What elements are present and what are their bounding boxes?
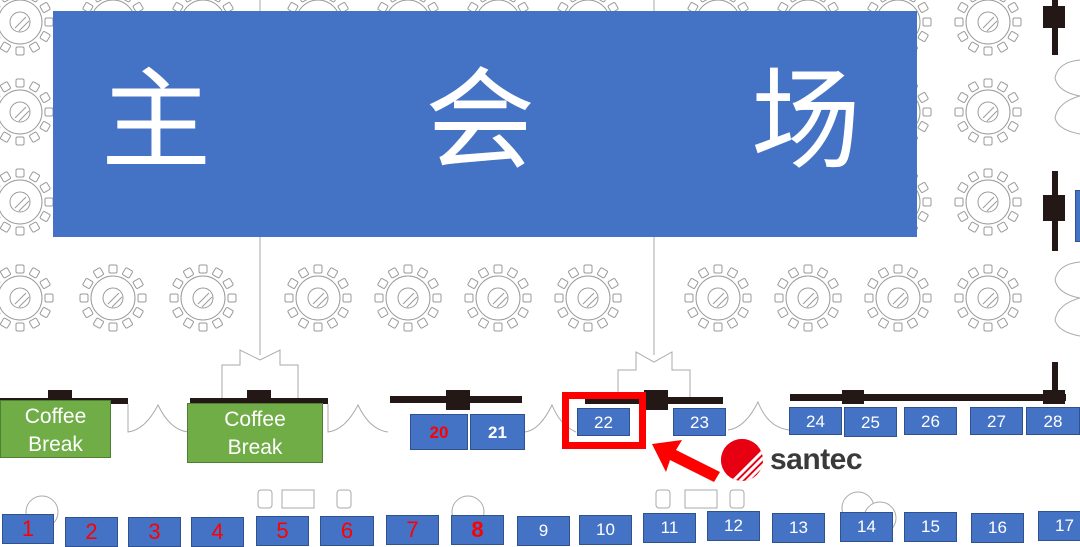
coffee-break-area[interactable]: Coffee Break — [187, 403, 323, 463]
wall-vertical — [1052, 362, 1058, 402]
main-hall-char-2: 会 — [425, 61, 535, 181]
door-icon — [128, 404, 188, 432]
coffee-break-area[interactable]: Coffee Break — [0, 400, 111, 458]
coffee-break-label: Break — [1, 431, 110, 459]
exhibitor-name: santec — [770, 443, 862, 477]
wall-pillar — [842, 390, 864, 404]
round-table-icon — [375, 265, 441, 331]
booth-1[interactable]: 1 — [2, 514, 54, 544]
door-icon — [1055, 262, 1080, 336]
booth-10[interactable]: 10 — [579, 515, 632, 545]
main-hall-banner: 主 会 场 — [53, 11, 917, 237]
wall-pillar — [48, 390, 72, 400]
booth-26[interactable]: 26 — [904, 407, 957, 435]
booth-3[interactable]: 3 — [128, 517, 181, 547]
booth-7[interactable]: 7 — [386, 515, 439, 545]
booth-15[interactable]: 15 — [904, 512, 957, 542]
booth-6[interactable]: 6 — [320, 516, 374, 546]
main-hall-char-1: 主 — [101, 61, 211, 181]
booth-2[interactable]: 2 — [65, 517, 118, 547]
coffee-table-icon — [685, 490, 717, 508]
coffee-break-label: Coffee — [188, 406, 322, 434]
wall-pillar — [1043, 6, 1065, 28]
round-table-icon — [0, 169, 53, 235]
booth-5[interactable]: 5 — [256, 516, 309, 546]
booth-17[interactable]: 17 — [1038, 511, 1080, 541]
round-table-icon — [0, 79, 53, 145]
round-table-icon — [955, 169, 1021, 235]
armchair-icon — [258, 490, 272, 508]
armchair-icon — [730, 490, 744, 508]
booth-14[interactable]: 14 — [840, 512, 893, 542]
main-hall-char-3: 场 — [751, 61, 861, 181]
round-table-icon — [0, 265, 53, 331]
booth-4[interactable]: 4 — [191, 517, 244, 547]
coffee-table-icon — [282, 490, 314, 508]
round-table-icon — [955, 265, 1021, 331]
wall-pillar — [644, 390, 668, 410]
edge-booth[interactable] — [1075, 190, 1080, 242]
booth-21[interactable]: 21 — [470, 414, 525, 450]
round-table-icon — [775, 265, 841, 331]
booth-8[interactable]: 8 — [451, 515, 504, 545]
booth-9[interactable]: 9 — [517, 516, 570, 546]
wall-pillar — [247, 390, 271, 400]
round-table-icon — [170, 265, 236, 331]
round-table-icon — [955, 0, 1021, 55]
booth-12[interactable]: 12 — [707, 511, 760, 541]
round-table-icon — [865, 265, 931, 331]
coffee-break-label: Break — [188, 434, 322, 462]
coffee-break-label: Coffee — [1, 403, 110, 431]
pointer-arrow-icon — [640, 432, 730, 492]
booth-25[interactable]: 25 — [844, 407, 897, 437]
wall-pillar — [1043, 195, 1065, 221]
round-table-icon — [80, 265, 146, 331]
round-table-icon — [465, 265, 531, 331]
door-icon — [1055, 60, 1080, 134]
round-table-icon — [955, 79, 1021, 145]
booth-27[interactable]: 27 — [970, 407, 1023, 435]
armchair-icon — [656, 490, 670, 508]
wall-segment — [790, 394, 1066, 401]
door-icon — [728, 402, 790, 430]
booth-28[interactable]: 28 — [1026, 407, 1080, 435]
wall-pillar — [446, 390, 470, 410]
door-icon — [328, 404, 388, 432]
santec-logo-icon — [720, 436, 766, 484]
exhibitor-highlight-box — [562, 392, 646, 449]
round-table-icon — [685, 265, 751, 331]
exhibitor-logo: santec — [720, 436, 862, 484]
round-table-icon — [0, 0, 53, 55]
armchair-icon — [337, 490, 351, 508]
booth-20[interactable]: 20 — [410, 414, 468, 450]
booth-24[interactable]: 24 — [789, 407, 842, 435]
round-table-icon — [285, 265, 351, 331]
round-table-icon — [555, 265, 621, 331]
